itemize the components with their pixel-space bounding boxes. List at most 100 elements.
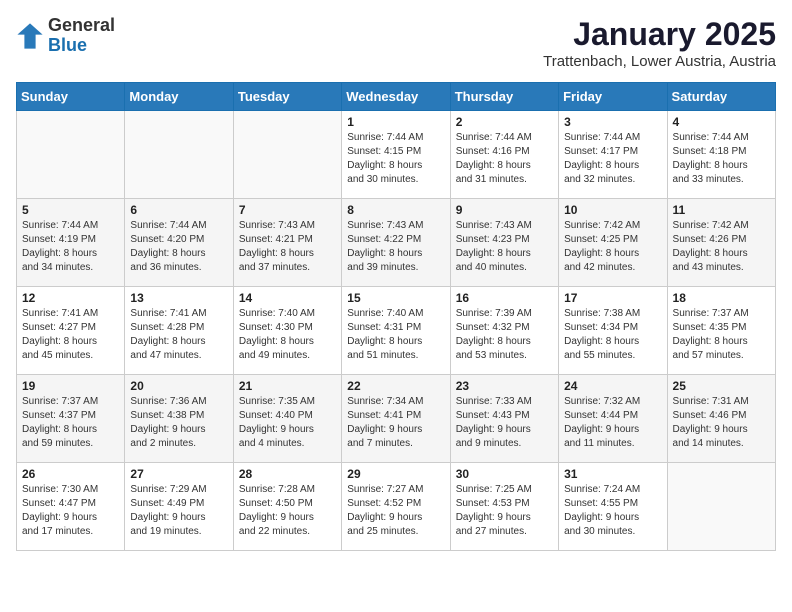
day-cell: 15 Sunrise: 7:40 AM Sunset: 4:31 PM Dayli… bbox=[342, 287, 450, 375]
calendar-table: SundayMondayTuesdayWednesdayThursdayFrid… bbox=[16, 82, 776, 551]
day-number: 21 bbox=[239, 379, 336, 393]
day-info: Sunrise: 7:43 AM Sunset: 4:22 PM Dayligh… bbox=[347, 219, 444, 275]
day-info: Sunrise: 7:39 AM Sunset: 4:32 PM Dayligh… bbox=[456, 307, 553, 363]
day-header-friday: Friday bbox=[559, 83, 667, 111]
day-cell: 4Sunrise: 7:44 AM Sunset: 4:18 PM Daylig… bbox=[667, 111, 775, 199]
day-info: Sunrise: 7:37 AM Sunset: 4:35 PM Dayligh… bbox=[673, 307, 770, 363]
day-number: 22 bbox=[347, 379, 444, 393]
day-number: 7 bbox=[239, 203, 336, 217]
day-info: Sunrise: 7:29 AM Sunset: 4:49 PM Dayligh… bbox=[130, 483, 227, 539]
day-number: 9 bbox=[456, 203, 553, 217]
day-number: 12 bbox=[22, 291, 119, 305]
day-number: 15 bbox=[347, 291, 444, 305]
day-cell: 10 Sunrise: 7:42 AM Sunset: 4:25 PM Dayli… bbox=[559, 199, 667, 287]
day-info: Sunrise: 7:40 AM Sunset: 4:31 PM Dayligh… bbox=[347, 307, 444, 363]
day-cell: 16 Sunrise: 7:39 AM Sunset: 4:32 PM Dayli… bbox=[450, 287, 558, 375]
day-cell: 13 Sunrise: 7:41 AM Sunset: 4:28 PM Dayli… bbox=[125, 287, 233, 375]
day-cell: 29 Sunrise: 7:27 AM Sunset: 4:52 PM Dayli… bbox=[342, 463, 450, 551]
day-number: 25 bbox=[673, 379, 770, 393]
title-block: January 2025 Trattenbach, Lower Austria,… bbox=[543, 16, 776, 70]
day-info: Sunrise: 7:44 AM Sunset: 4:16 PM Dayligh… bbox=[456, 131, 553, 187]
day-cell bbox=[125, 111, 233, 199]
day-info: Sunrise: 7:27 AM Sunset: 4:52 PM Dayligh… bbox=[347, 483, 444, 539]
day-cell: 21 Sunrise: 7:35 AM Sunset: 4:40 PM Dayli… bbox=[233, 375, 341, 463]
week-row-3: 12Sunrise: 7:41 AM Sunset: 4:27 PM Dayli… bbox=[17, 287, 776, 375]
day-cell: 7 Sunrise: 7:43 AM Sunset: 4:21 PM Daylig… bbox=[233, 199, 341, 287]
day-number: 31 bbox=[564, 467, 661, 481]
day-info: Sunrise: 7:43 AM Sunset: 4:21 PM Dayligh… bbox=[239, 219, 336, 275]
day-number: 17 bbox=[564, 291, 661, 305]
day-number: 5 bbox=[22, 203, 119, 217]
day-info: Sunrise: 7:41 AM Sunset: 4:28 PM Dayligh… bbox=[130, 307, 227, 363]
day-number: 13 bbox=[130, 291, 227, 305]
day-cell bbox=[17, 111, 125, 199]
day-info: Sunrise: 7:38 AM Sunset: 4:34 PM Dayligh… bbox=[564, 307, 661, 363]
day-info: Sunrise: 7:44 AM Sunset: 4:15 PM Dayligh… bbox=[347, 131, 444, 187]
day-cell: 23 Sunrise: 7:33 AM Sunset: 4:43 PM Dayli… bbox=[450, 375, 558, 463]
day-number: 18 bbox=[673, 291, 770, 305]
day-cell: 19Sunrise: 7:37 AM Sunset: 4:37 PM Dayli… bbox=[17, 375, 125, 463]
day-number: 28 bbox=[239, 467, 336, 481]
day-info: Sunrise: 7:37 AM Sunset: 4:37 PM Dayligh… bbox=[22, 395, 119, 451]
logo-general: General bbox=[48, 16, 115, 36]
day-cell: 18 Sunrise: 7:37 AM Sunset: 4:35 PM Dayli… bbox=[667, 287, 775, 375]
week-row-1: 1 Sunrise: 7:44 AM Sunset: 4:15 PM Daylig… bbox=[17, 111, 776, 199]
day-number: 6 bbox=[130, 203, 227, 217]
day-cell: 8Sunrise: 7:43 AM Sunset: 4:22 PM Daylig… bbox=[342, 199, 450, 287]
calendar-subtitle: Trattenbach, Lower Austria, Austria bbox=[543, 53, 776, 70]
logo-text: General Blue bbox=[48, 16, 115, 56]
day-cell: 12Sunrise: 7:41 AM Sunset: 4:27 PM Dayli… bbox=[17, 287, 125, 375]
day-info: Sunrise: 7:42 AM Sunset: 4:25 PM Dayligh… bbox=[564, 219, 661, 275]
day-cell: 30 Sunrise: 7:25 AM Sunset: 4:53 PM Dayli… bbox=[450, 463, 558, 551]
day-cell: 20 Sunrise: 7:36 AM Sunset: 4:38 PM Dayli… bbox=[125, 375, 233, 463]
day-info: Sunrise: 7:44 AM Sunset: 4:17 PM Dayligh… bbox=[564, 131, 661, 187]
day-info: Sunrise: 7:32 AM Sunset: 4:44 PM Dayligh… bbox=[564, 395, 661, 451]
day-cell: 24 Sunrise: 7:32 AM Sunset: 4:44 PM Dayli… bbox=[559, 375, 667, 463]
day-info: Sunrise: 7:36 AM Sunset: 4:38 PM Dayligh… bbox=[130, 395, 227, 451]
day-info: Sunrise: 7:24 AM Sunset: 4:55 PM Dayligh… bbox=[564, 483, 661, 539]
day-header-wednesday: Wednesday bbox=[342, 83, 450, 111]
day-info: Sunrise: 7:35 AM Sunset: 4:40 PM Dayligh… bbox=[239, 395, 336, 451]
day-cell: 31 Sunrise: 7:24 AM Sunset: 4:55 PM Dayli… bbox=[559, 463, 667, 551]
day-cell: 17 Sunrise: 7:38 AM Sunset: 4:34 PM Dayli… bbox=[559, 287, 667, 375]
days-of-week-row: SundayMondayTuesdayWednesdayThursdayFrid… bbox=[17, 83, 776, 111]
day-info: Sunrise: 7:25 AM Sunset: 4:53 PM Dayligh… bbox=[456, 483, 553, 539]
day-header-thursday: Thursday bbox=[450, 83, 558, 111]
day-number: 24 bbox=[564, 379, 661, 393]
day-info: Sunrise: 7:33 AM Sunset: 4:43 PM Dayligh… bbox=[456, 395, 553, 451]
day-cell: 1 Sunrise: 7:44 AM Sunset: 4:15 PM Daylig… bbox=[342, 111, 450, 199]
week-row-2: 5 Sunrise: 7:44 AM Sunset: 4:19 PM Daylig… bbox=[17, 199, 776, 287]
day-cell: 25Sunrise: 7:31 AM Sunset: 4:46 PM Dayli… bbox=[667, 375, 775, 463]
day-header-tuesday: Tuesday bbox=[233, 83, 341, 111]
day-number: 30 bbox=[456, 467, 553, 481]
day-info: Sunrise: 7:44 AM Sunset: 4:19 PM Dayligh… bbox=[22, 219, 119, 275]
day-header-monday: Monday bbox=[125, 83, 233, 111]
day-cell bbox=[667, 463, 775, 551]
day-number: 4 bbox=[673, 115, 770, 129]
day-number: 3 bbox=[564, 115, 661, 129]
day-cell: 28 Sunrise: 7:28 AM Sunset: 4:50 PM Dayli… bbox=[233, 463, 341, 551]
day-number: 2 bbox=[456, 115, 553, 129]
week-row-4: 19Sunrise: 7:37 AM Sunset: 4:37 PM Dayli… bbox=[17, 375, 776, 463]
calendar-title: January 2025 bbox=[543, 16, 776, 53]
day-cell: 22Sunrise: 7:34 AM Sunset: 4:41 PM Dayli… bbox=[342, 375, 450, 463]
logo: General Blue bbox=[16, 16, 115, 56]
day-info: Sunrise: 7:28 AM Sunset: 4:50 PM Dayligh… bbox=[239, 483, 336, 539]
day-cell: 11 Sunrise: 7:42 AM Sunset: 4:26 PM Dayli… bbox=[667, 199, 775, 287]
day-number: 10 bbox=[564, 203, 661, 217]
day-number: 1 bbox=[347, 115, 444, 129]
day-header-saturday: Saturday bbox=[667, 83, 775, 111]
day-info: Sunrise: 7:40 AM Sunset: 4:30 PM Dayligh… bbox=[239, 307, 336, 363]
day-number: 16 bbox=[456, 291, 553, 305]
day-number: 23 bbox=[456, 379, 553, 393]
day-cell: 6Sunrise: 7:44 AM Sunset: 4:20 PM Daylig… bbox=[125, 199, 233, 287]
page-header: General Blue January 2025 Trattenbach, L… bbox=[16, 16, 776, 70]
day-cell: 9Sunrise: 7:43 AM Sunset: 4:23 PM Daylig… bbox=[450, 199, 558, 287]
day-info: Sunrise: 7:42 AM Sunset: 4:26 PM Dayligh… bbox=[673, 219, 770, 275]
day-number: 29 bbox=[347, 467, 444, 481]
day-cell: 14Sunrise: 7:40 AM Sunset: 4:30 PM Dayli… bbox=[233, 287, 341, 375]
day-cell: 2 Sunrise: 7:44 AM Sunset: 4:16 PM Daylig… bbox=[450, 111, 558, 199]
day-number: 20 bbox=[130, 379, 227, 393]
day-number: 11 bbox=[673, 203, 770, 217]
day-number: 27 bbox=[130, 467, 227, 481]
